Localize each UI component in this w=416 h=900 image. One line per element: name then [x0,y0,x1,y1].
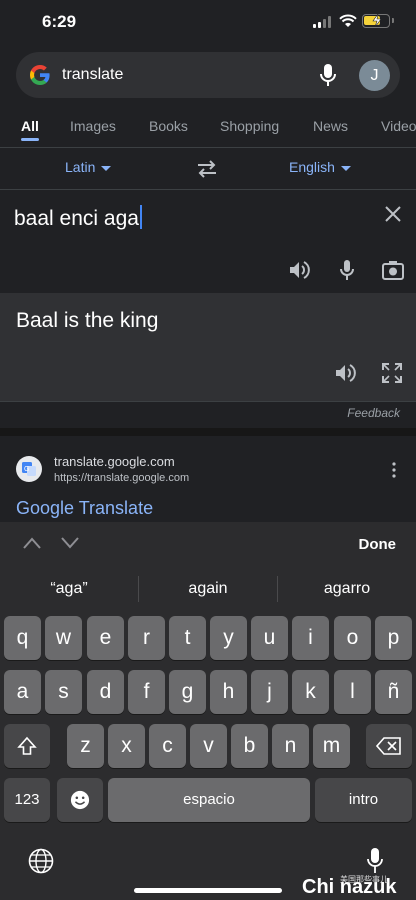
key[interactable]: i [292,616,329,660]
translation-output-area: Baal is the king [0,293,416,401]
source-text-input[interactable]: baal enci aga [14,205,142,231]
result-url: https://translate.google.com [54,472,190,484]
chevron-down-icon[interactable] [60,536,80,550]
return-key[interactable]: intro [315,778,412,822]
tab-images[interactable]: Images [70,118,116,134]
key[interactable]: a [4,670,41,714]
result-title-link[interactable]: Google Translate [16,498,153,519]
key[interactable]: h [210,670,247,714]
mic-input-icon[interactable] [336,259,358,281]
key[interactable]: r [128,616,165,660]
text-cursor [139,205,142,229]
emoji-key[interactable] [57,778,103,822]
swap-languages-icon[interactable] [196,160,218,178]
listen-source-icon[interactable] [288,259,310,281]
tab-video[interactable]: Video [381,118,416,134]
key[interactable]: f [128,670,165,714]
google-logo-icon [30,65,50,85]
suggestion-3[interactable]: agarro [278,580,416,598]
key[interactable]: e [87,616,124,660]
tab-books[interactable]: Books [149,118,188,134]
target-language-label: English [289,159,335,175]
chevron-down-icon [101,165,112,171]
watermark: Chi nazuk 美国那些事儿 [302,870,414,898]
search-bar[interactable]: translate J [16,52,400,98]
key[interactable]: y [210,616,247,660]
result-site-name: translate.google.com [54,454,175,469]
shift-key[interactable] [4,724,50,768]
account-avatar[interactable]: J [359,60,390,91]
key[interactable]: g [169,670,206,714]
svg-text:G: G [24,466,29,473]
google-translate-favicon-icon: G [16,456,42,482]
key[interactable]: q [4,616,41,660]
key[interactable]: u [251,616,288,660]
cellular-signal-icon [313,16,333,28]
section-divider [0,428,416,436]
source-text-value: baal enci aga [14,207,139,230]
key[interactable]: l [334,670,371,714]
emoji-icon [70,790,90,810]
shift-icon [17,736,37,755]
source-language-select[interactable]: Latin [65,159,112,175]
suggestion-1[interactable]: “aga” [0,580,138,598]
chevron-down-icon [340,165,351,171]
status-bar: 6:29 [0,0,416,46]
voice-search-mic-icon[interactable] [318,63,338,87]
battery-icon [362,14,394,28]
listen-translation-icon[interactable] [334,362,356,384]
feedback-row: Feedback [0,401,416,426]
key[interactable]: s [45,670,82,714]
tab-shopping[interactable]: Shopping [220,118,279,134]
backspace-icon [375,737,401,755]
camera-input-icon[interactable] [382,259,404,281]
key[interactable]: t [169,616,206,660]
search-query[interactable]: translate [62,66,123,84]
fullscreen-icon[interactable] [381,362,403,384]
key[interactable]: w [45,616,82,660]
chevron-up-icon[interactable] [22,536,42,550]
key[interactable]: p [375,616,412,660]
key[interactable]: o [334,616,371,660]
home-indicator [134,888,282,893]
globe-icon[interactable] [28,848,54,874]
key[interactable]: m [313,724,350,768]
key[interactable]: d [87,670,124,714]
status-time: 6:29 [42,12,77,31]
search-tabs: All Images Books Shopping News Video [0,108,416,148]
translated-text: Baal is the king [16,309,159,332]
search-result[interactable]: G translate.google.com https://translate… [0,436,416,522]
clear-text-icon[interactable] [384,205,402,223]
key[interactable]: k [292,670,329,714]
tab-all[interactable]: All [21,118,39,134]
key[interactable]: z [67,724,104,768]
wifi-icon [339,14,357,27]
key[interactable]: j [251,670,288,714]
key[interactable]: b [231,724,268,768]
target-language-select[interactable]: English [289,159,351,175]
feedback-link[interactable]: Feedback [347,406,400,420]
numbers-key[interactable]: 123 [4,778,50,822]
space-key[interactable]: espacio [108,778,310,822]
source-language-label: Latin [65,159,96,175]
keyboard-toolbar: Done [0,522,416,566]
done-button[interactable]: Done [359,536,397,553]
tab-news[interactable]: News [313,118,348,134]
watermark-small-text: 美国那些事儿 [340,875,388,884]
more-options-icon[interactable] [392,462,396,478]
active-tab-indicator [21,138,39,141]
key[interactable]: ñ [375,670,412,714]
suggestion-2[interactable]: again [139,580,277,598]
on-screen-keyboard: “aga” again agarro q w e r t y u i o p a… [0,566,416,900]
key[interactable]: c [149,724,186,768]
language-selector-bar: Latin English [0,148,416,190]
key[interactable]: x [108,724,145,768]
key[interactable]: n [272,724,309,768]
delete-key[interactable] [366,724,412,768]
key[interactable]: v [190,724,227,768]
